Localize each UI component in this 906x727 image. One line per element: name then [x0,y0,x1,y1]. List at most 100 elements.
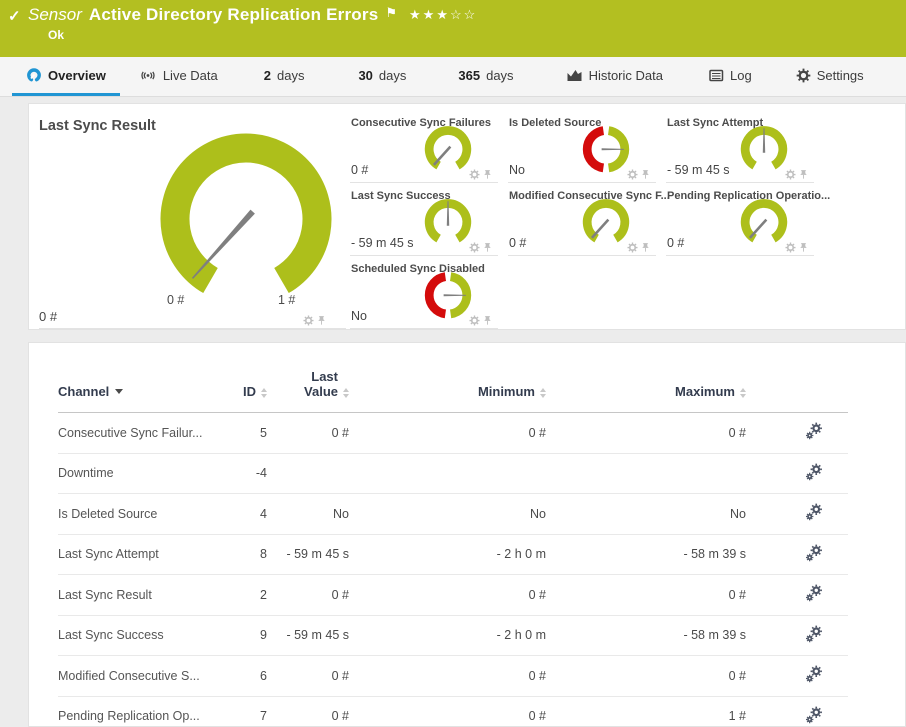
sensor-status-bar: ✓ Sensor Active Directory Replication Er… [0,0,906,57]
pin-icon[interactable] [317,315,326,326]
channel-name[interactable]: Consecutive Sync Failur... [58,412,208,454]
column-header-id[interactable]: ID [208,369,267,413]
tab-label: days [276,67,305,83]
pin-icon[interactable] [483,315,492,326]
gauge-scale-min: 0 # [167,293,185,307]
channel-name[interactable]: Downtime [58,453,208,494]
channel-name[interactable]: Last Sync Attempt [58,534,208,575]
gauge-value: No [351,309,367,323]
maximum-value: 1 # [546,696,746,726]
priority-stars[interactable]: ★★★☆☆ [409,7,477,23]
mini-gauge [420,123,476,179]
column-header-settings [746,369,848,413]
channel-id: 7 [208,696,267,726]
channel-name[interactable]: Is Deleted Source [58,493,208,535]
broadcast-icon [139,68,157,83]
gauge-value: No [509,163,525,177]
pin-icon[interactable] [799,169,808,180]
tab-365-days[interactable]: 365 days [455,57,516,96]
channel-id: 4 [208,493,267,535]
column-header-last-value[interactable]: Last Value [267,369,349,413]
gear-icon[interactable] [627,242,638,253]
gear-icon[interactable] [627,169,638,180]
gear-icon[interactable] [469,242,480,253]
tab-number: 365 [458,67,481,83]
gear-icon[interactable] [469,315,480,326]
last-value: No [267,493,349,535]
log-icon [709,69,724,82]
pin-icon[interactable] [799,242,808,253]
sort-icon [540,388,546,398]
sort-icon [343,388,349,398]
tab-30-days[interactable]: 30 days [355,57,409,96]
channel-settings-icon[interactable] [805,463,823,481]
sort-caret-icon [115,389,124,394]
channel-name[interactable]: Pending Replication Op... [58,696,208,726]
table-row[interactable]: Last Sync Attempt 8 - 59 m 45 s - 2 h 0 … [58,534,848,575]
stars-filled[interactable]: ★★★ [409,7,450,22]
priority-flag-icon[interactable]: ⚑ [385,5,397,21]
gauge-cell-scheduled-sync-disabled[interactable]: Scheduled Sync Disabled No [346,256,504,329]
pin-icon[interactable] [483,169,492,180]
column-header-minimum[interactable]: Minimum [349,369,546,413]
channel-settings-icon[interactable] [805,503,823,521]
maximum-value: No [546,493,746,535]
tab-settings[interactable]: Settings [793,57,867,96]
channel-settings-icon[interactable] [805,665,823,683]
tab-historic-data[interactable]: Historic Data [563,57,666,96]
maximum-value: - 58 m 39 s [546,534,746,575]
pin-icon[interactable] [641,169,650,180]
channel-id: -4 [208,453,267,494]
channel-settings-icon[interactable] [805,584,823,602]
gauge-title: Last Sync Result [39,118,156,134]
maximum-value [546,453,746,494]
channel-settings-icon[interactable] [805,706,823,724]
minimum-value: - 2 h 0 m [349,534,546,575]
channel-name[interactable]: Modified Consecutive S... [58,655,208,697]
mini-gauge [578,196,634,252]
gauge-cell-consecutive-sync-failures[interactable]: Consecutive Sync Failures 0 # [346,110,504,183]
table-row[interactable]: Last Sync Success 9 - 59 m 45 s - 2 h 0 … [58,615,848,656]
channel-settings-icon[interactable] [805,544,823,562]
pin-icon[interactable] [641,242,650,253]
pin-icon[interactable] [483,242,492,253]
gear-icon[interactable] [785,242,796,253]
channel-name[interactable]: Last Sync Success [58,615,208,656]
gear-icon[interactable] [785,169,796,180]
gauge-cell-pending-replication-operations[interactable]: Pending Replication Operatio... 0 # [662,183,830,256]
tab-2-days[interactable]: 2 days [261,57,308,96]
table-row[interactable]: Modified Consecutive S... 6 0 # 0 # 0 # [58,655,848,697]
gauge-value: 0 # [667,236,685,250]
tab-bar: Overview Live Data 2 days 30 days 365 da… [0,57,906,97]
tab-overview[interactable]: Overview [12,57,120,96]
gauge-cell-is-deleted-source[interactable]: Is Deleted Source No [504,110,662,183]
channel-settings-icon[interactable] [805,422,823,440]
last-value [267,453,349,494]
channel-settings-icon[interactable] [805,625,823,643]
gauge-cell-modified-consecutive-sync-failures[interactable]: Modified Consecutive Sync F... 0 # [504,183,670,256]
table-row[interactable]: Consecutive Sync Failur... 5 0 # 0 # 0 # [58,412,848,454]
gauge-cell-last-sync-success[interactable]: Last Sync Success - 59 m 45 s [346,183,504,256]
gauge-value: 0 # [509,236,527,250]
table-row[interactable]: Downtime -4 [58,453,848,494]
channel-id: 5 [208,412,267,454]
table-row[interactable]: Is Deleted Source 4 No No No [58,493,848,535]
column-header-channel[interactable]: Channel [58,369,208,413]
table-row[interactable]: Pending Replication Op... 7 0 # 0 # 1 # [58,696,848,726]
main-gauge [160,133,332,294]
table-row[interactable]: Last Sync Result 2 0 # 0 # 0 # [58,574,848,616]
tab-label: Overview [48,67,106,83]
gear-icon[interactable] [303,315,314,326]
tab-log[interactable]: Log [706,57,755,96]
gauge-cell-last-sync-attempt[interactable]: Last Sync Attempt - 59 m 45 s [662,110,820,183]
stars-empty[interactable]: ☆☆ [450,7,477,22]
chart-icon [566,68,583,82]
last-value: 0 # [267,574,349,616]
gauge-cell-last-sync-result[interactable]: Last Sync Result 0 # 1 # 0 # [29,110,346,329]
channel-name[interactable]: Last Sync Result [58,574,208,616]
tab-label: Historic Data [588,67,663,83]
minimum-value: 0 # [349,412,546,454]
column-header-maximum[interactable]: Maximum [546,369,746,413]
tab-live-data[interactable]: Live Data [136,57,221,96]
gear-icon[interactable] [469,169,480,180]
